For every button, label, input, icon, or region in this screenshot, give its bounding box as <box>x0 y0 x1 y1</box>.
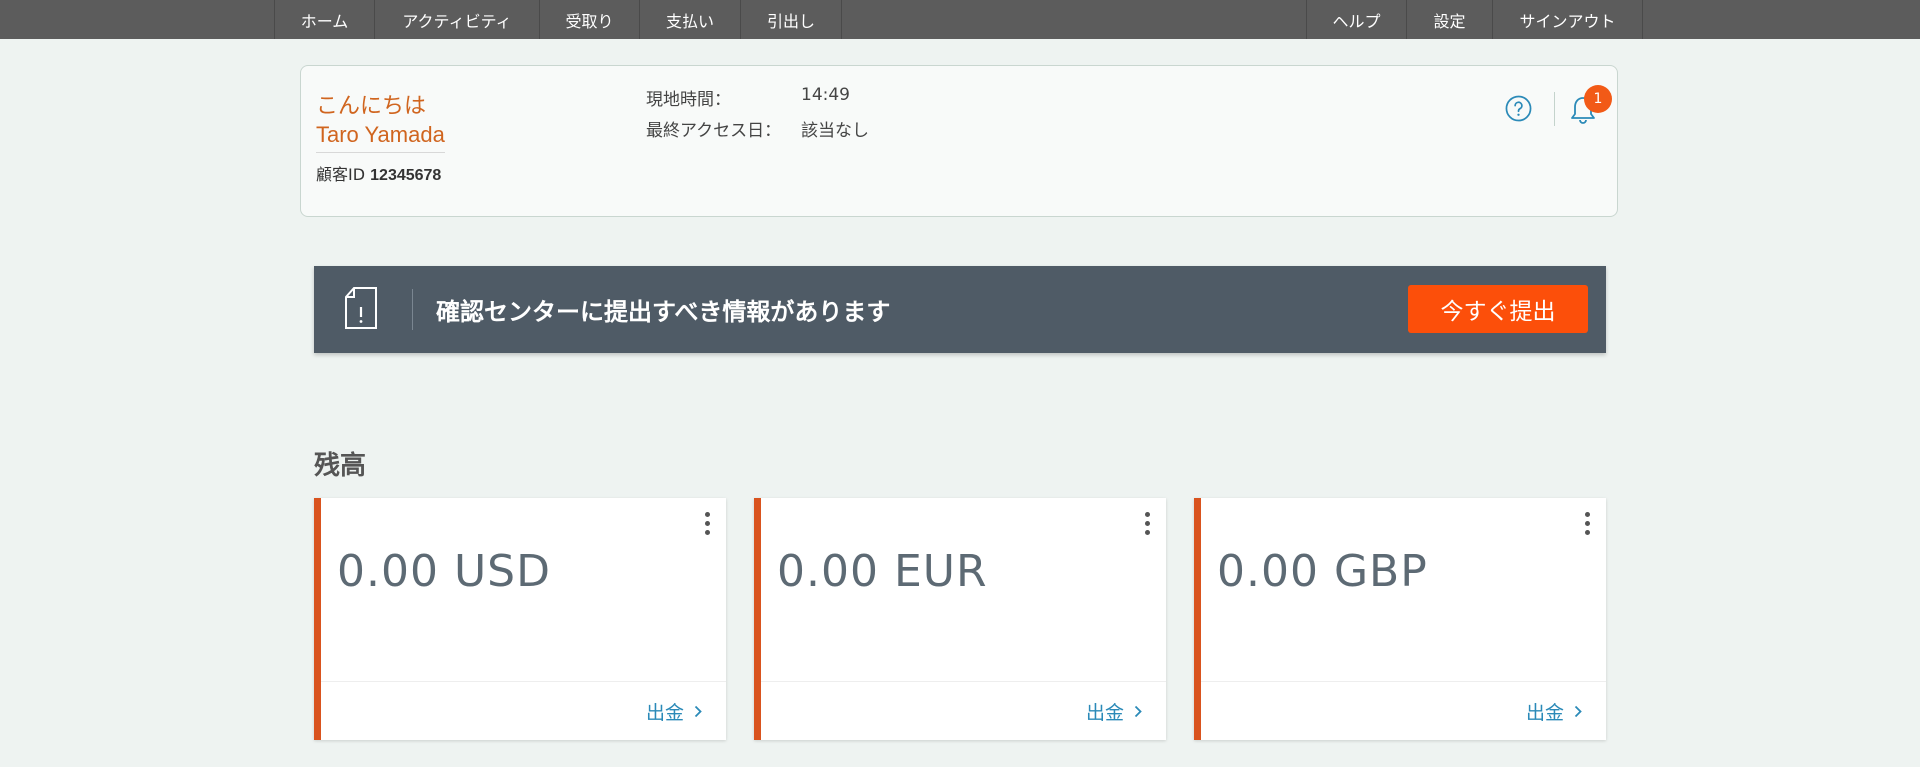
last-access-value: 該当なし <box>801 121 869 141</box>
card-footer: 出金 <box>761 681 1166 740</box>
local-time-value: 14:49 <box>801 85 850 105</box>
nav-activity[interactable]: アクティビティ <box>375 0 540 39</box>
balance-card-usd: 0.00 USD 出金 <box>314 498 726 740</box>
balance-card-eur: 0.00 EUR 出金 <box>754 498 1166 740</box>
balance-amount: 0.00 GBP <box>1217 546 1428 597</box>
balance-amount: 0.00 EUR <box>777 546 988 597</box>
nav-settings[interactable]: 設定 <box>1407 0 1493 39</box>
withdraw-link[interactable]: 出金 <box>1526 698 1582 725</box>
nav-help[interactable]: ヘルプ <box>1307 0 1407 39</box>
customer-id: 顧客ID 12345678 <box>316 161 441 185</box>
submit-now-button[interactable]: 今すぐ提出 <box>1408 285 1588 333</box>
chevron-right-icon <box>1574 705 1582 718</box>
balance-card-gbp: 0.00 GBP 出金 <box>1194 498 1606 740</box>
nav-payments[interactable]: 支払い <box>640 0 741 39</box>
withdraw-link[interactable]: 出金 <box>646 698 702 725</box>
local-time-label: 現地時間： <box>646 90 731 110</box>
more-options-icon[interactable] <box>702 512 712 538</box>
banner-divider <box>412 289 413 330</box>
nav-home[interactable]: ホーム <box>275 0 375 39</box>
verification-banner: 確認センターに提出すべき情報があります 今すぐ提出 <box>314 266 1606 353</box>
greeting-card: こんにちは Taro Yamada 顧客ID 12345678 現地時間： 14… <box>300 65 1618 217</box>
banner-message: 確認センターに提出すべき情報があります <box>436 298 891 326</box>
nav-receive[interactable]: 受取り <box>540 0 640 39</box>
document-alert-icon <box>345 287 377 329</box>
nav-withdraw[interactable]: 引出し <box>741 0 842 39</box>
balance-amount: 0.00 USD <box>337 546 551 597</box>
chevron-right-icon <box>1134 705 1142 718</box>
icon-divider <box>1554 92 1555 126</box>
greeting-text: こんにちは <box>316 94 427 119</box>
help-icon[interactable] <box>1505 95 1532 122</box>
withdraw-link[interactable]: 出金 <box>1086 698 1142 725</box>
main-nav: ホーム アクティビティ 受取り 支払い 引出し <box>274 0 842 39</box>
customer-id-value: 12345678 <box>370 167 442 184</box>
balance-section-title: 残高 <box>314 451 367 481</box>
withdraw-label: 出金 <box>645 702 684 724</box>
top-nav-bar: ホーム アクティビティ 受取り 支払い 引出し ヘルプ 設定 サインアウト <box>0 0 1920 39</box>
more-options-icon[interactable] <box>1142 512 1152 538</box>
withdraw-label: 出金 <box>1525 702 1564 724</box>
last-access-label: 最終アクセス日： <box>646 121 782 141</box>
more-options-icon[interactable] <box>1582 512 1592 538</box>
card-footer: 出金 <box>1201 681 1606 740</box>
user-name: Taro Yamada <box>316 122 445 153</box>
notification-badge: 1 <box>1584 85 1612 113</box>
withdraw-label: 出金 <box>1085 702 1124 724</box>
chevron-right-icon <box>694 705 702 718</box>
card-footer: 出金 <box>321 681 726 740</box>
customer-id-label: 顧客ID <box>316 165 366 184</box>
account-nav: ヘルプ 設定 サインアウト <box>1306 0 1643 39</box>
nav-signout[interactable]: サインアウト <box>1493 0 1643 39</box>
